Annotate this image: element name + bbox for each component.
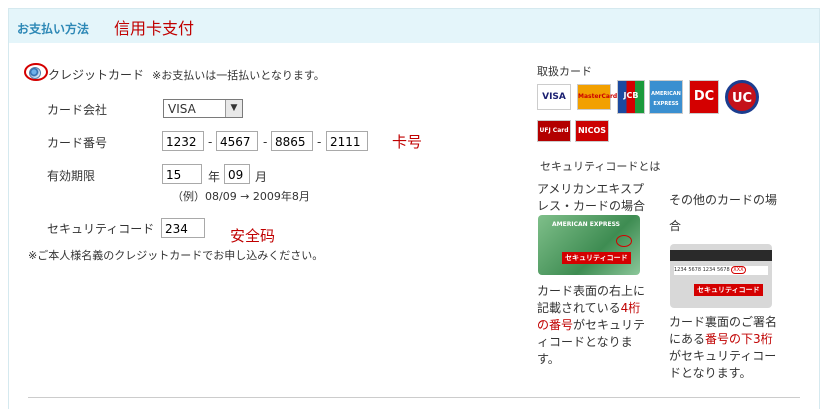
credit-card-radio[interactable] [24, 63, 50, 83]
magnetic-stripe [670, 250, 772, 261]
expiry-label: 有効期限 [47, 169, 96, 183]
amex-card-image: AMERICAN EXPRESS セキュリティコード [538, 215, 640, 275]
mastercard-logo: MasterCard [577, 84, 617, 110]
expiry-year-unit: 年 [208, 170, 221, 184]
card-number-text: 1234 5678 1234 5678 [674, 267, 730, 273]
code-highlight-circle [616, 235, 632, 247]
security-code-field[interactable]: 234 [161, 218, 205, 238]
visa-logo: VISA [537, 84, 571, 110]
bottom-divider [28, 397, 800, 398]
other-cards-description: カード裏面のご署名にある番号の下3桁がセキュリティコードとなります。 [669, 315, 778, 380]
dc-logo: DC [689, 80, 719, 114]
panel-header: お支払い方法 信用卡支付 [9, 9, 819, 43]
ufj-card-logo: UFJ Card [537, 120, 571, 142]
number-separator: - [263, 135, 268, 149]
expiry-month-unit: 月 [255, 170, 268, 184]
other-cards-heading: その他のカードの場合 [669, 193, 778, 233]
expiry-example: （例）08/09 → 2009年8月 [172, 190, 310, 203]
card-company-select[interactable]: VISA ▼ [163, 99, 243, 118]
number-separator: - [317, 135, 322, 149]
security-code-annotation: 安全码 [230, 227, 276, 245]
card-number-field-3[interactable]: 8865 [271, 131, 313, 151]
credit-card-label: クレジットカード [48, 68, 145, 82]
security-code-info-title: セキュリティコードとは [540, 160, 661, 173]
owner-note: ※ご本人様名義のクレジットカードでお申し込みください。 [28, 249, 324, 262]
nicos-logo: NICOS [575, 120, 609, 142]
number-separator: - [208, 135, 213, 149]
card-company-value: VISA [168, 102, 196, 116]
card-number-field-1[interactable]: 1232 [162, 131, 204, 151]
card-number-field-4[interactable]: 2111 [326, 131, 368, 151]
expiry-month-field[interactable]: 09 [224, 164, 250, 184]
chevron-down-icon: ▼ [225, 100, 242, 117]
accepted-cards-title: 取扱カード [537, 65, 592, 78]
amex-code-label: セキュリティコード [562, 252, 631, 264]
expiry-year-field[interactable]: 15 [162, 164, 202, 184]
card-code-text: XXX [731, 266, 746, 274]
panel-title: お支払い方法 [17, 22, 90, 36]
card-number-label: カード番号 [47, 136, 108, 150]
uc-logo: UC [725, 80, 759, 114]
card-back-image: 1234 5678 1234 5678 XXX セキュリティコード [670, 244, 772, 308]
card-number-annotation: 卡号 [392, 133, 423, 151]
amex-heading: アメリカンエキスプレス・カードの場合 [537, 182, 646, 213]
card-company-label: カード会社 [47, 103, 108, 117]
amex-card-brand: AMERICAN EXPRESS [552, 221, 620, 228]
jcb-logo: JCB [617, 80, 645, 114]
title-annotation: 信用卡支付 [114, 19, 195, 38]
card-back-code-label: セキュリティコード [694, 284, 763, 296]
signature-panel: 1234 5678 1234 5678 XXX [674, 266, 768, 275]
payment-note: ※お支払いは一括払いとなります。 [152, 69, 325, 82]
amex-description: カード表面の右上に記載されている4桁の番号がセキュリティコードとなります。 [537, 284, 646, 366]
security-code-label: セキュリティコード [47, 222, 155, 236]
amex-logo: AMERICAN EXPRESS [649, 80, 683, 114]
radio-icon [29, 67, 41, 79]
card-number-field-2[interactable]: 4567 [216, 131, 258, 151]
